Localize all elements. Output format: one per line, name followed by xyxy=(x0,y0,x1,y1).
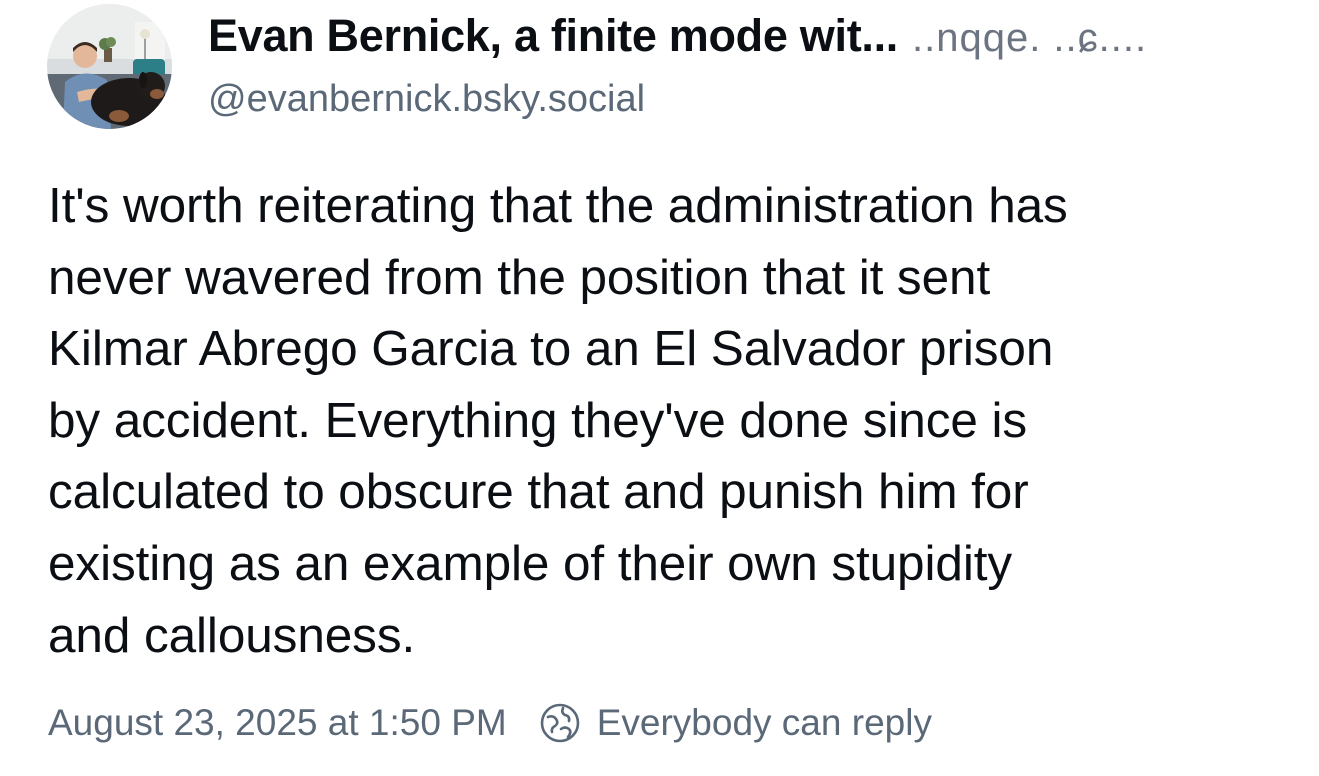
post-text-line: calculated to obscure that and punish hi… xyxy=(48,464,1029,520)
author-display-name-tail: ..nqqe. ..ɕ.... xyxy=(911,16,1148,60)
author-display-name[interactable]: Evan Bernick, a finite mode wit... xyxy=(208,10,898,62)
post-text-line: It's worth reiterating that the administ… xyxy=(48,178,1068,233)
reply-setting-label: Everybody can reply xyxy=(596,702,932,743)
display-name-row: Evan Bernick, a finite mode wit... ..nqq… xyxy=(208,10,1308,66)
avatar-photo xyxy=(47,4,172,129)
post-text-line: Kilmar Abrego Garcia to an El Salvador p… xyxy=(48,321,1054,377)
author-avatar[interactable] xyxy=(47,4,172,129)
author-handle[interactable]: @evanbernick.bsky.social xyxy=(208,78,1308,121)
post-text-line: existing as an example of their own stup… xyxy=(48,535,1013,591)
post: Evan Bernick, a finite mode wit... ..nqq… xyxy=(0,0,1319,776)
author-info: Evan Bernick, a finite mode wit... ..nqq… xyxy=(208,10,1308,121)
post-meta: August 23, 2025 at 1:50 PM Everybody can… xyxy=(48,702,932,744)
post-text: It's worth reiterating that the administ… xyxy=(48,170,1288,671)
globe-icon xyxy=(539,702,581,744)
post-text-line: never wavered from the position that it … xyxy=(48,249,991,305)
post-text-line: by accident. Everything they've done sin… xyxy=(48,392,1027,448)
post-text-line: and callousness. xyxy=(48,607,416,663)
post-timestamp[interactable]: August 23, 2025 at 1:50 PM xyxy=(48,702,507,744)
